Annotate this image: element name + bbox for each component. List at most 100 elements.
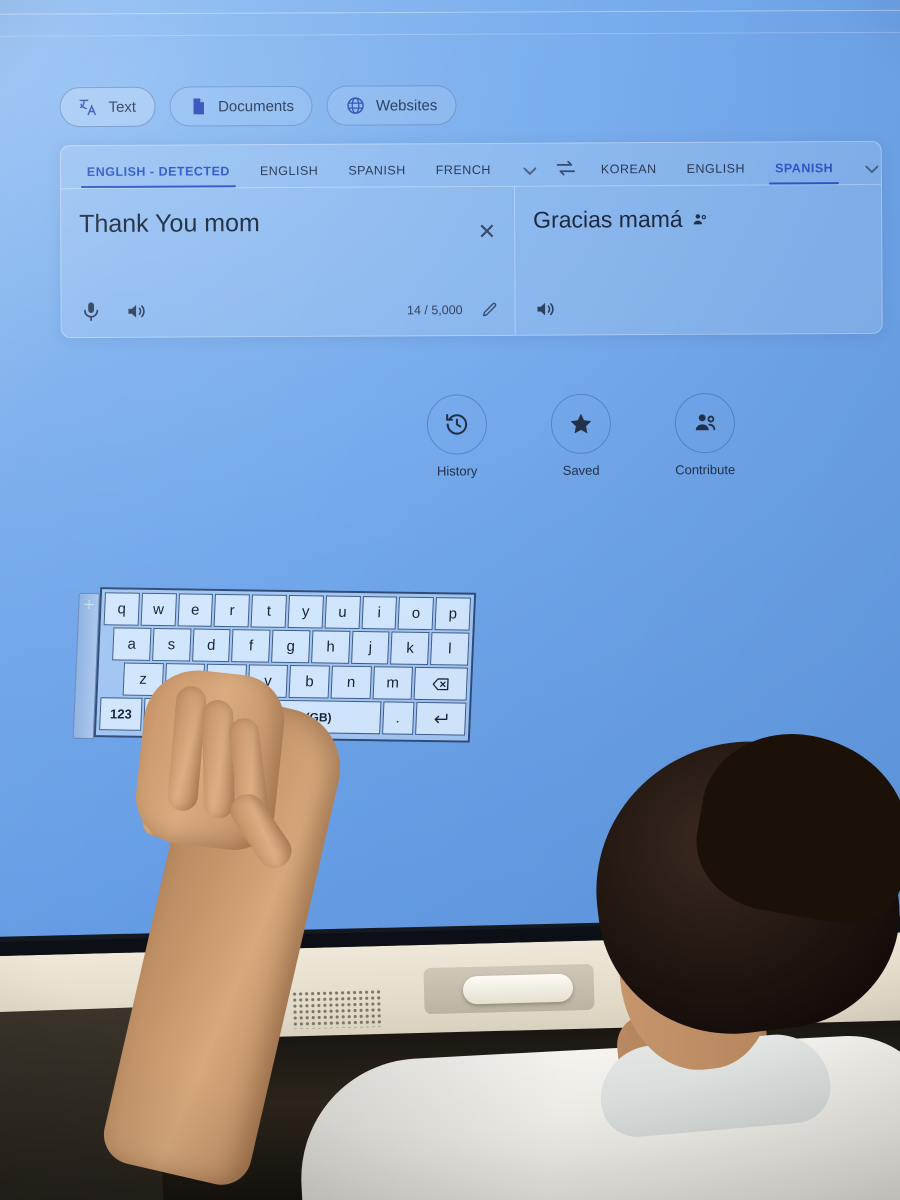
key-q[interactable]: q (103, 592, 140, 626)
key-m[interactable]: m (372, 666, 414, 700)
key-h[interactable]: h (310, 630, 351, 664)
contribute-button[interactable] (674, 393, 736, 454)
speaker-icon[interactable] (534, 298, 557, 321)
mode-selector: Text Documents Websites (59, 83, 900, 128)
key-r[interactable]: r (213, 593, 251, 628)
key-i[interactable]: i (361, 596, 398, 630)
source-language-tabs: ENGLISH - DETECTED ENGLISH SPANISH FRENC… (61, 144, 547, 189)
quick-action-history[interactable]: History (425, 394, 489, 479)
source-pane[interactable]: Thank You mom ✕ 14 / 5,000 (60, 186, 516, 338)
contribute-people-icon[interactable] (691, 211, 709, 229)
key-u[interactable]: u (324, 595, 361, 630)
key-z[interactable]: z (122, 662, 164, 697)
chrome-divider (0, 9, 900, 16)
target-pane-footer (534, 296, 866, 321)
quick-action-saved-label: Saved (562, 462, 600, 478)
whiteboard-screen: Google Search ✕ Cla hank%20You%20mom%20a… (0, 0, 900, 938)
key-y[interactable]: y (287, 594, 324, 629)
key-s[interactable]: s (151, 627, 192, 662)
source-lang-french[interactable]: FRENCH (424, 163, 503, 186)
key-l[interactable]: l (430, 632, 470, 666)
key-t[interactable]: t (250, 594, 287, 628)
key-numeric-switch[interactable]: 123 (99, 697, 143, 731)
translation-panes: Thank You mom ✕ 14 / 5,000 Gracias mamá (60, 185, 882, 338)
keyboard-body: q w e r t y u i o p a s d f g h j k l z … (93, 587, 477, 743)
character-counter: 14 / 5,000 (406, 302, 463, 317)
key-p[interactable]: p (434, 597, 471, 631)
source-pane-footer: 14 / 5,000 (80, 298, 499, 323)
translated-text-value: Gracias mamá (533, 205, 683, 233)
swap-languages-icon[interactable] (555, 157, 577, 179)
virtual-keyboard[interactable]: q w e r t y u i o p a s d f g h j k l z … (72, 587, 479, 743)
document-icon (193, 98, 204, 115)
key-spacebar[interactable]: English (GB) (209, 698, 381, 735)
key-comma[interactable]: , (143, 697, 176, 732)
google-translate-app: Text Documents Websites ENGLISH - DETECT… (59, 83, 900, 339)
target-language-tabs: KOREAN ENGLISH SPANISH (547, 142, 883, 186)
microphone-icon[interactable] (80, 300, 103, 323)
history-clock-icon (446, 413, 468, 435)
key-enter[interactable] (414, 701, 467, 736)
mode-tab-websites[interactable]: Websites (326, 85, 457, 126)
key-e[interactable]: e (177, 593, 214, 627)
key-o[interactable]: o (397, 596, 435, 631)
chevron-down-icon[interactable] (861, 158, 883, 180)
translation-card: ENGLISH - DETECTED ENGLISH SPANISH FRENC… (59, 140, 883, 339)
photo-scene: Google Search ✕ Cla hank%20You%20mom%20a… (0, 0, 900, 1200)
key-period[interactable]: . (381, 701, 415, 735)
source-text-input[interactable]: Thank You mom (79, 207, 496, 239)
target-pane: Gracias mamá (515, 185, 882, 335)
key-v[interactable]: v (247, 664, 289, 698)
quick-action-contribute-label: Contribute (675, 462, 736, 478)
mode-tab-text[interactable]: Text (59, 86, 156, 128)
target-lang-korean[interactable]: KOREAN (589, 162, 669, 185)
quick-action-contribute[interactable]: Contribute (673, 393, 737, 477)
key-b[interactable]: b (289, 664, 331, 699)
chrome-divider-secondary (0, 31, 900, 38)
handwrite-pencil-icon[interactable] (481, 300, 499, 318)
target-lang-spanish[interactable]: SPANISH (763, 161, 845, 184)
mode-tab-websites-label: Websites (375, 96, 438, 115)
key-k[interactable]: k (390, 631, 430, 666)
keyboard-row-3: z x c v b n m (101, 662, 468, 701)
key-n[interactable]: n (330, 665, 372, 700)
translate-icon (79, 99, 96, 116)
quick-action-saved[interactable]: Saved (549, 393, 613, 478)
clear-text-button[interactable]: ✕ (478, 219, 497, 244)
move-handle-icon (84, 599, 94, 610)
source-lang-spanish[interactable]: SPANISH (336, 163, 418, 186)
key-x[interactable]: x (164, 663, 206, 697)
mode-tab-documents-label: Documents (218, 97, 294, 115)
chevron-down-icon[interactable] (519, 160, 541, 182)
translated-text: Gracias mamá (533, 205, 863, 234)
key-f[interactable]: f (231, 629, 271, 663)
key-language-switch[interactable] (176, 698, 210, 732)
keyboard-row-4: 123 , English (GB) . (99, 697, 467, 736)
source-lang-detected[interactable]: ENGLISH - DETECTED (75, 164, 242, 188)
key-c[interactable]: c (205, 663, 247, 698)
keyboard-row-2: a s d f g h j k l (102, 627, 470, 666)
enter-return-icon (434, 713, 448, 723)
keyboard-row-1: q w e r t y u i o p (103, 592, 471, 631)
key-a[interactable]: a (112, 627, 152, 661)
speaker-icon[interactable] (125, 300, 148, 323)
key-j[interactable]: j (350, 630, 390, 665)
key-backspace[interactable] (413, 666, 468, 701)
source-lang-english[interactable]: ENGLISH (248, 164, 331, 187)
key-d[interactable]: d (191, 628, 231, 663)
contribute-people-icon (695, 414, 716, 431)
globe-language-icon (186, 708, 200, 722)
mode-tab-text-label: Text (108, 98, 137, 116)
history-button[interactable] (426, 394, 488, 455)
mode-tab-documents[interactable]: Documents (168, 85, 314, 127)
globe-icon (347, 97, 365, 114)
star-icon (570, 413, 592, 434)
quick-actions: History Saved Contribute (425, 393, 737, 479)
language-bar: ENGLISH - DETECTED ENGLISH SPANISH FRENC… (60, 141, 883, 190)
key-g[interactable]: g (271, 629, 311, 664)
quick-action-history-label: History (436, 463, 478, 479)
saved-button[interactable] (550, 393, 612, 454)
browser-chrome: Google Search ✕ Cla hank%20You%20mom%20a… (0, 0, 900, 42)
target-lang-english[interactable]: ENGLISH (675, 162, 758, 185)
key-w[interactable]: w (140, 592, 177, 627)
